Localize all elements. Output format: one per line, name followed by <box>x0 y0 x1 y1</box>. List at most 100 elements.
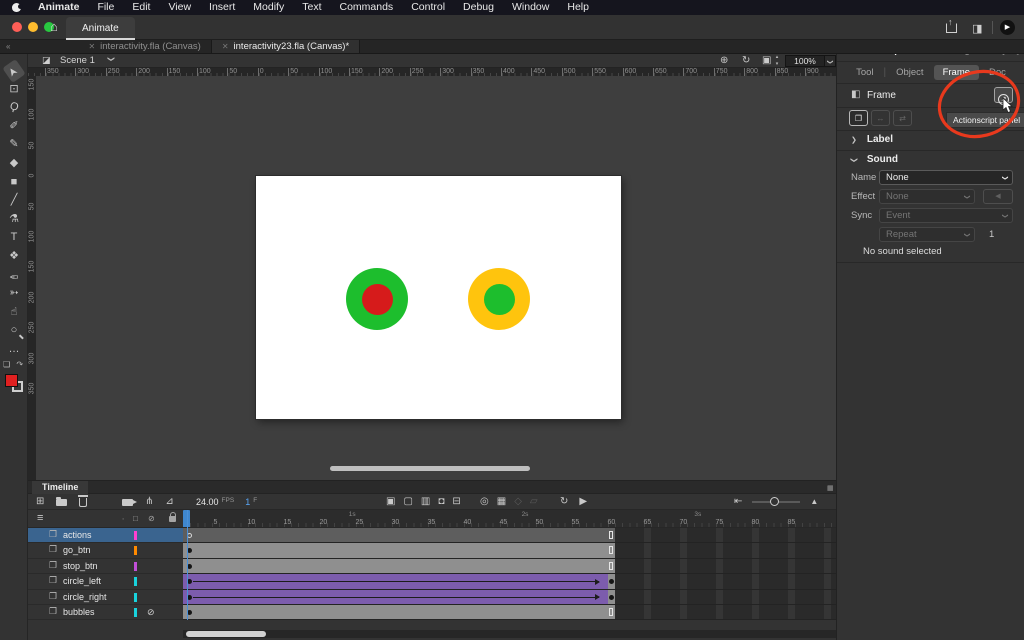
tool-button[interactable]: Ϙ <box>0 99 28 117</box>
layer-color-swatch[interactable] <box>134 531 137 540</box>
layer-name-cell[interactable]: ❐ circle_left ⊘ <box>28 574 183 589</box>
repeat-count-value[interactable]: 1 <box>989 229 994 240</box>
onion-skin-icon[interactable]: ◇ <box>514 494 522 510</box>
lock-column-icon[interactable] <box>169 516 176 522</box>
fill-color-swatch[interactable] <box>5 374 18 387</box>
layer-name-cell[interactable]: ❐ go_btn ⊘ <box>28 543 183 558</box>
actionscript-panel-button[interactable]: ↗ <box>994 87 1013 103</box>
timeline-tool-icon[interactable] <box>56 499 67 506</box>
sound-section-header[interactable]: ❯Sound <box>851 154 898 165</box>
playback-icon[interactable]: ▶ <box>579 494 587 510</box>
playback-icon[interactable]: ↻ <box>560 494 568 510</box>
keyframe-dot-frame60[interactable] <box>609 595 614 600</box>
tool-button[interactable]: ⚗ <box>0 211 28 229</box>
layer-name[interactable]: stop_btn <box>63 561 98 571</box>
close-tab-icon[interactable]: ✕ <box>222 42 229 51</box>
workspace-icon[interactable]: ◨ <box>972 22 982 35</box>
frame-span[interactable] <box>183 528 615 542</box>
layer-row[interactable]: ❐ stop_btn ⊘ <box>28 559 836 574</box>
tool-button[interactable]: ✎ <box>0 136 28 154</box>
edit-sound-button[interactable]: ◀ <box>983 189 1013 204</box>
layer-color-swatch[interactable] <box>134 546 137 555</box>
layer-color-swatch[interactable] <box>134 562 137 571</box>
layer-name[interactable]: circle_left <box>63 576 101 586</box>
tool-button[interactable]: ✐ <box>0 118 28 136</box>
circle-right[interactable] <box>468 268 530 330</box>
center-stage-icon[interactable]: ⊕ <box>720 55 728 66</box>
circle-right-inner[interactable] <box>484 284 515 315</box>
menu-item[interactable]: Control <box>402 0 454 15</box>
layer-color-swatch[interactable] <box>134 608 137 617</box>
layer-name[interactable]: actions <box>63 530 92 540</box>
circle-left[interactable] <box>346 268 408 330</box>
rotate-view-icon[interactable]: ↻ <box>742 55 750 66</box>
test-movie-icon[interactable]: ▶ <box>1000 20 1015 35</box>
tool-button[interactable]: ╱ <box>0 192 28 210</box>
timeline-panel-menu-icon[interactable]: ▦ <box>827 484 834 492</box>
close-tab-icon[interactable]: ✕ <box>88 42 95 51</box>
timeline-tool-icon[interactable] <box>79 498 87 507</box>
timeline-view-icon[interactable]: ⋔ <box>145 494 153 510</box>
frame-edit-icon[interactable]: ◘ <box>438 494 444 510</box>
menu-item[interactable]: Debug <box>454 0 503 15</box>
clip-content-icon[interactable]: ▣ <box>762 55 771 66</box>
tool-button[interactable]: ⊡ <box>0 81 28 99</box>
timeline-tool-icon[interactable]: ⊞ <box>36 494 44 510</box>
document-tab[interactable]: ✕ interactivity23.fla (Canvas)* <box>212 40 360 53</box>
outline-column-icon[interactable]: □ <box>133 514 138 523</box>
tool-button[interactable]: ➳ <box>0 285 28 303</box>
label-section-header[interactable]: ❯Label <box>851 134 893 145</box>
scene-dropdown-icon[interactable]: ❯ <box>107 56 115 62</box>
sound-name-select[interactable]: None❯ <box>879 170 1013 185</box>
layer-frames[interactable] <box>183 574 836 589</box>
share-icon[interactable] <box>946 23 957 33</box>
subtab-frame[interactable]: Frame <box>934 65 979 80</box>
timeline-ruler[interactable]: 510152025303540455055606570758085 1s2s3s <box>183 510 836 528</box>
frame-span[interactable] <box>183 543 615 557</box>
minimize-window-button[interactable] <box>28 22 38 32</box>
timeline-scrollbar[interactable] <box>183 630 836 638</box>
slider-knob[interactable] <box>770 497 779 506</box>
menu-item[interactable]: File <box>88 0 123 15</box>
menu-item[interactable]: Window <box>503 0 558 15</box>
layer-name[interactable]: bubbles <box>63 607 95 617</box>
reset-zoom-icon[interactable]: ⇤ <box>734 494 742 510</box>
frame-edit-icon[interactable]: ▢ <box>403 494 412 510</box>
symmetry-tools[interactable]: ❏ ↷ <box>0 360 28 369</box>
document-tab[interactable]: ✕ interactivity.fla (Canvas) <box>78 40 211 53</box>
layer-color-swatch[interactable] <box>134 593 137 602</box>
layer-stack-icon[interactable]: ≡ <box>37 512 43 524</box>
layer-color-swatch[interactable] <box>134 577 137 586</box>
swap-symbol-button[interactable]: ⇄ <box>893 110 912 126</box>
close-window-button[interactable] <box>12 22 22 32</box>
subtab-tool[interactable]: Tool <box>856 67 873 78</box>
stage-horizontal-scrollbar[interactable] <box>330 466 530 471</box>
layer-row[interactable]: ❐ bubbles ⊘ <box>28 605 836 620</box>
zoom-max-icon[interactable]: ▲ <box>810 494 818 510</box>
layer-row[interactable]: ❐ actions ⊘ <box>28 528 836 543</box>
frame-edit-icon[interactable]: ⊟ <box>452 494 460 510</box>
menu-item[interactable]: Commands <box>331 0 403 15</box>
layer-name[interactable]: go_btn <box>63 545 91 555</box>
zoom-dropdown-icon[interactable]: ❯ <box>825 55 836 67</box>
stage-pasteboard[interactable] <box>36 76 836 480</box>
menu-item[interactable]: Animate <box>29 0 88 15</box>
zoom-level-input[interactable]: 100% <box>785 55 825 67</box>
tool-button[interactable]: … <box>0 341 28 359</box>
menu-item[interactable]: Modify <box>244 0 293 15</box>
layer-frames[interactable] <box>183 543 836 558</box>
visibility-column-icon[interactable]: ⊘ <box>148 514 155 523</box>
subtab-object[interactable]: Object <box>896 67 923 78</box>
tool-button[interactable]: ◆ <box>0 155 28 173</box>
sound-sync-select[interactable]: Event❯ <box>879 208 1013 223</box>
layer-frames[interactable] <box>183 528 836 543</box>
tab-timeline[interactable]: Timeline <box>32 481 88 494</box>
onion-skin-icon[interactable]: ◎ <box>480 494 489 510</box>
circle-left-inner[interactable] <box>362 284 393 315</box>
layer-name-cell[interactable]: ❐ actions ⊘ <box>28 528 183 543</box>
apple-menu-icon[interactable] <box>12 3 21 12</box>
subtab-doc[interactable]: Doc <box>989 67 1006 78</box>
tab-animate-home[interactable]: Animate <box>66 17 135 40</box>
tool-button[interactable]: ❖ <box>0 248 28 266</box>
stage-canvas[interactable] <box>256 176 621 419</box>
